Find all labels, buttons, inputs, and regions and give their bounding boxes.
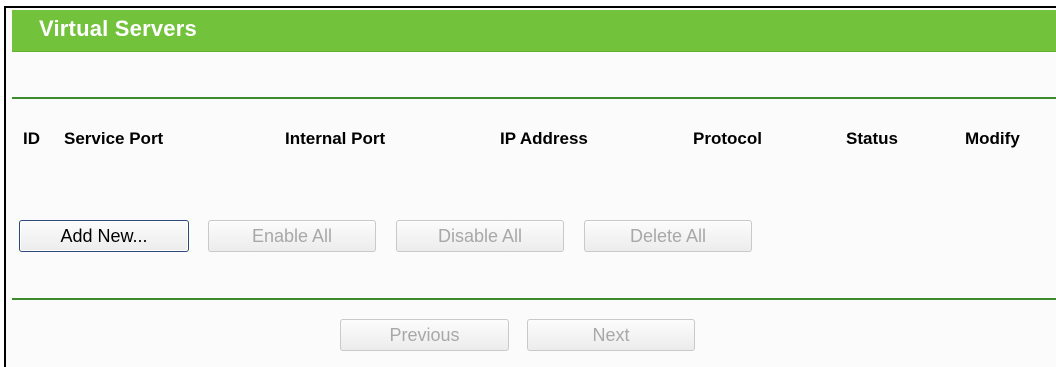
column-header-protocol: Protocol [693,129,762,148]
bottom-divider [12,298,1056,300]
disable-all-button[interactable]: Disable All [396,220,564,252]
column-header-service-port: Service Port [64,129,164,148]
column-header-modify: Modify [965,129,1020,148]
top-divider [12,97,1056,99]
column-header-internal-port: Internal Port [285,129,386,148]
column-header-status: Status [846,129,898,148]
previous-page-button[interactable]: Previous [340,319,509,351]
section-title-bar: Virtual Servers [12,10,1056,52]
add-new-button[interactable]: Add New... [19,220,189,252]
column-header-id: ID [23,129,40,148]
column-header-ip-address: IP Address [500,129,588,148]
page-title: Virtual Servers [39,16,197,41]
next-page-button[interactable]: Next [527,319,695,351]
page-frame [4,6,1056,367]
delete-all-button[interactable]: Delete All [584,220,752,252]
enable-all-button[interactable]: Enable All [208,220,376,252]
